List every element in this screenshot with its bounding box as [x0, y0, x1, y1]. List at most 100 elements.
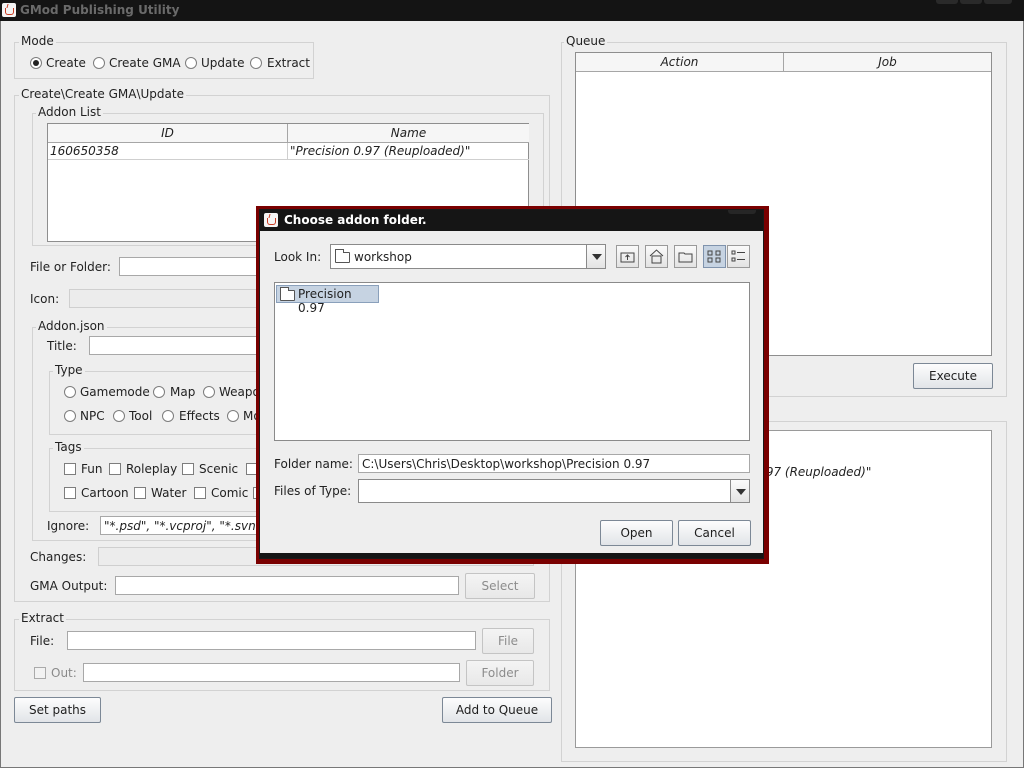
folder-icon: [280, 287, 295, 301]
folder-item-label: Precision 0.97: [298, 287, 352, 315]
type-map-radio[interactable]: [153, 386, 165, 398]
table-cell-name[interactable]: "Precision 0.97 (Reuploaded)": [288, 143, 529, 160]
extract-file-label: File:: [30, 634, 55, 648]
folder-name-input[interactable]: C:\Users\Chris\Desktop\workshop\Precisio…: [358, 454, 750, 473]
execute-button[interactable]: Execute: [913, 363, 993, 389]
icon-label: Icon:: [30, 292, 60, 306]
create-group-label: Create\Create GMA\Update: [19, 87, 186, 101]
tag-water-checkbox[interactable]: [134, 487, 146, 499]
up-folder-icon[interactable]: [616, 245, 639, 268]
column-header-id[interactable]: ID: [48, 124, 288, 143]
mode-option-label: Extract: [267, 56, 310, 70]
mode-option-label: Create: [46, 56, 86, 70]
list-view-icon[interactable]: [703, 245, 726, 268]
mode-label: Mode: [19, 34, 56, 48]
extract-out-label: Out:: [51, 666, 77, 680]
mode-create-radio[interactable]: [30, 57, 42, 69]
type-option-label: NPC: [80, 409, 105, 423]
type-effects-radio[interactable]: [162, 410, 174, 422]
dialog-close-icon[interactable]: [728, 210, 756, 214]
tags-group: [49, 448, 260, 512]
type-option-label: Map: [170, 385, 196, 399]
folder-icon: [335, 249, 350, 263]
type-npc-radio[interactable]: [64, 410, 76, 422]
type-group: [49, 371, 260, 435]
look-in-label: Look In:: [274, 250, 322, 264]
log-text: .97 (Reuploaded)": [762, 465, 872, 479]
close-icon[interactable]: [984, 0, 1012, 4]
set-paths-button[interactable]: Set paths: [14, 697, 101, 723]
gma-output-input[interactable]: [115, 576, 459, 595]
table-cell-id[interactable]: 160650358: [48, 143, 288, 160]
file-or-folder-input[interactable]: [119, 257, 259, 276]
ignore-label: Ignore:: [47, 519, 90, 533]
type-option-label: Effects: [179, 409, 220, 423]
maximize-icon[interactable]: [960, 0, 982, 4]
tag-scenic-checkbox[interactable]: [182, 463, 194, 475]
new-folder-icon[interactable]: [674, 245, 697, 268]
look-in-value: workshop: [354, 250, 412, 264]
select-button[interactable]: Select: [465, 573, 535, 599]
java-app-icon: [2, 3, 16, 17]
details-view-icon[interactable]: [727, 245, 750, 268]
folder-name-label: Folder name:: [274, 457, 353, 471]
changes-label: Changes:: [30, 550, 87, 564]
column-header-name[interactable]: Name: [288, 124, 529, 143]
ignore-input[interactable]: "*.psd", "*.vcproj", "*.svn*": [100, 516, 267, 535]
list-item[interactable]: Precision 0.97: [276, 285, 379, 315]
icon-input[interactable]: [69, 289, 259, 308]
column-header-job[interactable]: Job: [784, 53, 991, 72]
tag-roleplay-checkbox[interactable]: [109, 463, 121, 475]
tag-label: Fun: [81, 462, 103, 476]
dialog-title: Choose addon folder.: [284, 213, 427, 227]
minimize-icon[interactable]: [936, 0, 958, 4]
mode-extract-radio[interactable]: [250, 57, 262, 69]
mode-create-gma-radio[interactable]: [93, 57, 105, 69]
cancel-button[interactable]: Cancel: [678, 520, 751, 546]
column-header-action[interactable]: Action: [576, 53, 784, 72]
type-option-label: Tool: [129, 409, 153, 423]
tag-label: Comic: [211, 486, 249, 500]
tag-comic-checkbox[interactable]: [194, 487, 206, 499]
tag-label: Scenic: [199, 462, 239, 476]
look-in-combo[interactable]: workshop: [330, 244, 606, 269]
files-of-type-label: Files of Type:: [274, 484, 352, 498]
title-input[interactable]: [89, 336, 259, 355]
window-titlebar[interactable]: GMod Publishing Utility: [0, 0, 1024, 21]
extract-label: Extract: [19, 611, 66, 625]
tag-fun-checkbox[interactable]: [64, 463, 76, 475]
open-button[interactable]: Open: [600, 520, 673, 546]
home-icon[interactable]: [645, 245, 668, 268]
file-or-folder-label: File or Folder:: [30, 260, 111, 274]
dialog-bottom-edge: [260, 553, 763, 558]
type-option-label: Weapo: [219, 385, 260, 399]
gma-output-label: GMA Output:: [30, 579, 108, 593]
file-button[interactable]: File: [482, 628, 534, 654]
mode-option-label: Create GMA: [109, 56, 181, 70]
type-gamemode-radio[interactable]: [64, 386, 76, 398]
add-to-queue-button[interactable]: Add to Queue: [442, 697, 552, 723]
extract-out-input[interactable]: [83, 663, 460, 682]
folder-button[interactable]: Folder: [466, 660, 534, 686]
addon-json-label: Addon.json: [36, 319, 107, 333]
type-label: Type: [53, 363, 85, 377]
mode-update-radio[interactable]: [185, 57, 197, 69]
tag-cartoon-checkbox[interactable]: [64, 487, 76, 499]
choose-folder-dialog: Choose addon folder. Look In: workshop P…: [259, 209, 764, 559]
files-of-type-combo[interactable]: [358, 479, 750, 503]
type-option-label: Gamemode: [80, 385, 150, 399]
type-weapon-radio[interactable]: [203, 386, 215, 398]
type-model-radio[interactable]: [227, 410, 239, 422]
tag-label: Roleplay: [126, 462, 178, 476]
tag-label: Water: [151, 486, 187, 500]
mode-option-label: Update: [201, 56, 245, 70]
chevron-down-icon[interactable]: [730, 480, 749, 502]
out-checkbox[interactable]: [34, 667, 46, 679]
extract-file-input[interactable]: [67, 631, 476, 650]
type-tool-radio[interactable]: [113, 410, 125, 422]
chevron-down-icon[interactable]: [586, 245, 605, 268]
queue-label: Queue: [564, 34, 608, 48]
title-label: Title:: [47, 339, 77, 353]
dialog-titlebar[interactable]: Choose addon folder.: [260, 210, 763, 231]
folder-list[interactable]: Precision 0.97: [274, 282, 750, 441]
